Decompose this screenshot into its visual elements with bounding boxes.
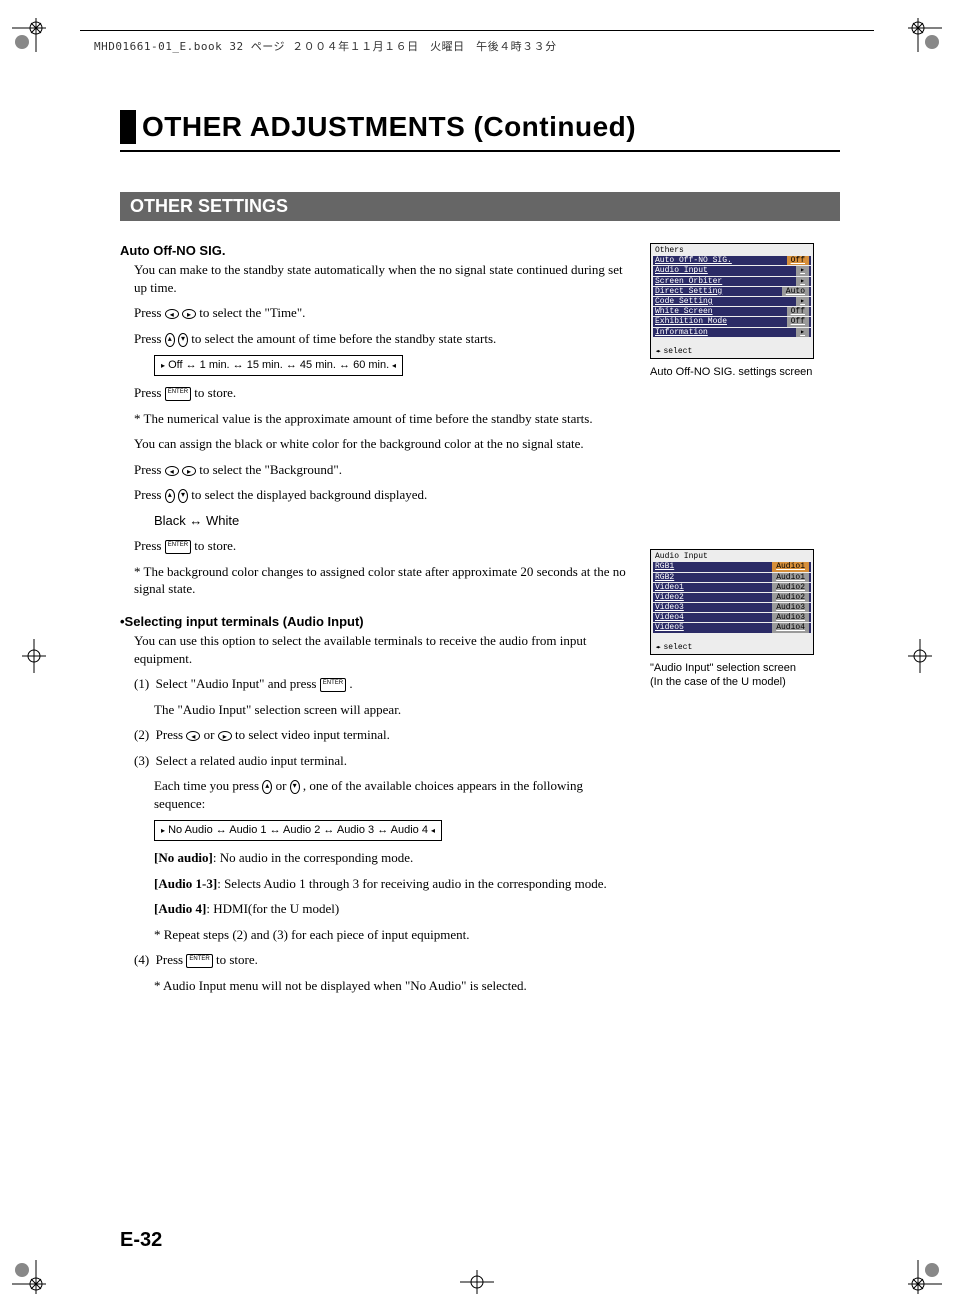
note-text: * Audio Input menu will not be displayed…	[154, 977, 630, 995]
body-text: Press ▴ ▾ to select the displayed backgr…	[134, 486, 630, 504]
right-button-icon: ▸	[182, 466, 196, 476]
osd-others-screen: Others Auto Off-NO SIG.OffAudio Input▸Sc…	[650, 243, 814, 359]
enter-button-icon: ENTER	[165, 387, 191, 401]
osd-row: Video4Audio3	[653, 613, 811, 622]
body-text: You can make to the standby state automa…	[134, 261, 630, 296]
body-text: Press ◂ ▸ to select the "Background".	[134, 461, 630, 479]
caption-osd2: "Audio Input" selection screen (In the c…	[650, 661, 830, 690]
body-text: Each time you press ▴ or ▾ , one of the …	[154, 777, 630, 812]
note-text: * Repeat steps (2) and (3) for each piec…	[154, 926, 630, 944]
right-button-icon: ▸	[218, 731, 232, 741]
osd-row: RGB2Audio1	[653, 573, 811, 582]
step-2: (2) Press ◂ or ▸ to select video input t…	[134, 726, 630, 744]
definition-no-audio: [No audio]: No audio in the correspondin…	[154, 849, 630, 867]
crop-mark-icon	[460, 1260, 494, 1294]
osd-row: RGB1Audio1	[653, 562, 811, 571]
crop-mark-icon	[12, 639, 46, 673]
chapter-title: OTHER ADJUSTMENTS (Continued)	[142, 111, 636, 143]
subheading-audio-input: •Selecting input terminals (Audio Input)	[120, 614, 630, 629]
page-number: E-32	[120, 1229, 162, 1252]
definition-audio-1-3: [Audio 1-3]: Selects Audio 1 through 3 f…	[154, 875, 630, 893]
note-text: * The numerical value is the approximate…	[134, 410, 630, 428]
crop-mark-icon	[12, 1260, 46, 1294]
osd-row: Auto Off-NO SIG.Off	[653, 256, 811, 265]
osd-row: Video2Audio2	[653, 593, 811, 602]
crop-mark-icon	[12, 18, 46, 52]
down-button-icon: ▾	[290, 780, 300, 794]
step-3: (3) Select a related audio input termina…	[134, 752, 630, 770]
chapter-marker	[120, 110, 136, 144]
down-button-icon: ▾	[178, 333, 188, 347]
osd-row: White ScreenOff	[653, 307, 811, 316]
left-button-icon: ◂	[165, 466, 179, 476]
down-button-icon: ▾	[178, 489, 188, 503]
crop-mark-icon	[908, 18, 942, 52]
enter-button-icon: ENTER	[320, 678, 346, 692]
osd-row: Information▸	[653, 328, 811, 337]
body-text: The "Audio Input" selection screen will …	[154, 701, 630, 719]
note-text: * The background color changes to assign…	[134, 563, 630, 598]
left-button-icon: ◂	[186, 731, 200, 741]
chapter-underline	[120, 150, 840, 152]
osd-row: Video5Audio4	[653, 623, 811, 632]
crop-mark-icon	[908, 1260, 942, 1294]
osd-audio-input-screen: Audio Input RGB1Audio1RGB2Audio1Video1Au…	[650, 549, 814, 655]
right-button-icon: ▸	[182, 309, 196, 319]
subheading-auto-off: Auto Off-NO SIG.	[120, 243, 630, 258]
osd-row: Video1Audio2	[653, 583, 811, 592]
definition-audio-4: [Audio 4]: HDMI(for the U model)	[154, 900, 630, 918]
body-text: Press ◂ ▸ to select the "Time".	[134, 304, 630, 322]
enter-button-icon: ENTER	[186, 954, 212, 968]
osd-row: Video3Audio3	[653, 603, 811, 612]
caption-osd1: Auto Off-NO SIG. settings screen	[650, 365, 830, 379]
sequence-time: Off ↔ 1 min. ↔ 15 min. ↔ 45 min. ↔ 60 mi…	[154, 355, 403, 376]
osd-row: Direct SettingAuto	[653, 287, 811, 296]
body-text: You can use this option to select the av…	[134, 632, 630, 667]
up-button-icon: ▴	[165, 489, 175, 503]
print-timestamp: MHD01661-01_E.book 32 ページ ２００４年１１月１６日 火曜…	[94, 38, 557, 54]
osd-row: Audio Input▸	[653, 266, 811, 275]
osd-row: Code Setting▸	[653, 297, 811, 306]
body-text: You can assign the black or white color …	[134, 435, 630, 453]
osd-row: Screen Orbiter▸	[653, 277, 811, 286]
step-4: (4) Press ENTER to store.	[134, 951, 630, 969]
up-button-icon: ▴	[262, 780, 272, 794]
enter-button-icon: ENTER	[165, 540, 191, 554]
left-button-icon: ◂	[165, 309, 179, 319]
osd-row: Exhibition ModeOff	[653, 317, 811, 326]
body-text: Press ENTER to store.	[134, 537, 630, 555]
sequence-audio: No Audio ↔ Audio 1 ↔ Audio 2 ↔ Audio 3 ↔…	[154, 820, 442, 841]
step-1: (1) Select "Audio Input" and press ENTER…	[134, 675, 630, 693]
section-heading: OTHER SETTINGS	[120, 192, 840, 221]
crop-mark-icon	[908, 639, 942, 673]
up-button-icon: ▴	[165, 333, 175, 347]
body-text: Press ENTER to store.	[134, 384, 630, 402]
sequence-bg: Black ↔ White	[154, 512, 630, 530]
body-text: Press ▴ ▾ to select the amount of time b…	[134, 330, 630, 348]
